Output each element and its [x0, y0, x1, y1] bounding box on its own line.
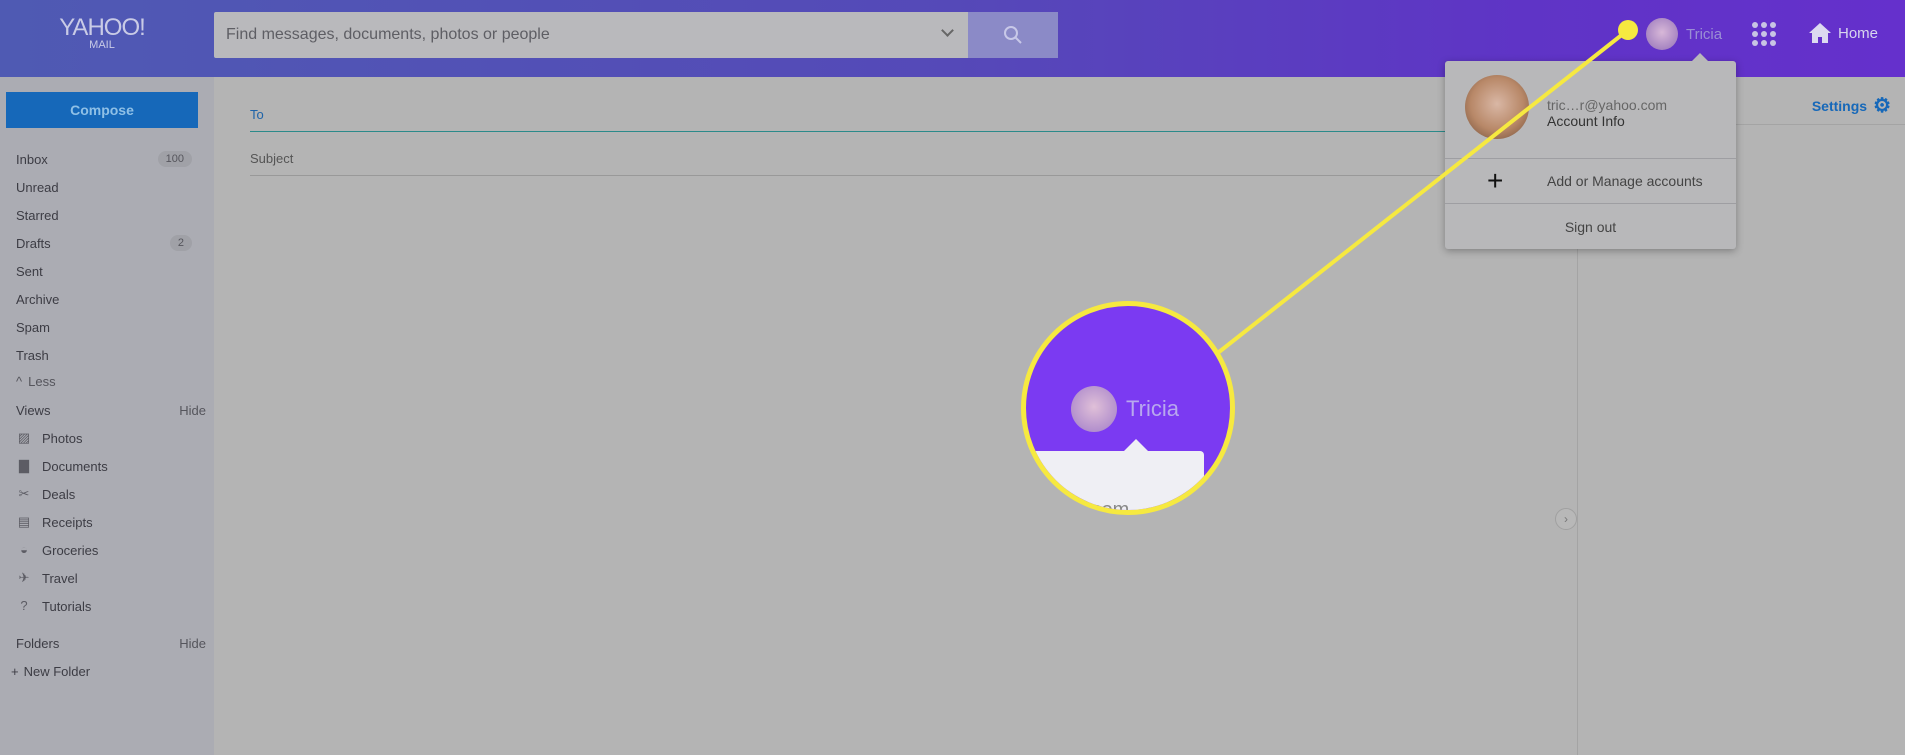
account-button[interactable]: Tricia [1646, 18, 1722, 50]
sidebar-item-documents[interactable]: ▇ Documents [16, 455, 192, 477]
sidebar-item-inbox[interactable]: Inbox 100 [16, 148, 192, 170]
sidebar-item-drafts[interactable]: Drafts 2 [16, 232, 192, 254]
chevron-down-icon[interactable] [941, 24, 954, 37]
avatar [1646, 18, 1678, 50]
sidebar-item-unread[interactable]: Unread [16, 176, 192, 198]
to-field[interactable]: To [250, 98, 1650, 132]
search-input[interactable] [214, 12, 894, 58]
plane-icon: ✈ [18, 570, 30, 585]
sidebar-item-tutorials[interactable]: ? Tutorials [16, 595, 192, 617]
sidebar-item-receipts[interactable]: ▤ Receipts [16, 511, 192, 533]
apps-grid-icon[interactable] [1752, 22, 1776, 46]
folders-header: Folders Hide [16, 635, 206, 651]
basket-icon: ◒ [20, 542, 28, 557]
plus-icon: + [1487, 165, 1504, 196]
photo-icon: ▨ [17, 430, 31, 445]
chevron-up-icon: ^ [16, 373, 23, 389]
sign-out-item[interactable]: Sign out [1445, 204, 1736, 249]
scissors-icon: ✂ [18, 486, 30, 501]
home-icon [1809, 23, 1831, 43]
sidebar-item-spam[interactable]: Spam [16, 316, 192, 338]
sidebar-item-trash[interactable]: Trash [16, 344, 192, 366]
yahoo-mail-logo[interactable]: YAHOO! MAIL [56, 14, 148, 51]
chevron-right-icon[interactable]: › [1555, 508, 1577, 530]
compose-button[interactable]: Compose [6, 92, 198, 128]
sidebar-item-starred[interactable]: Starred [16, 204, 192, 226]
views-header: Views Hide [16, 402, 206, 418]
new-folder-button[interactable]: + New Folder [11, 660, 187, 682]
gear-icon: ⚙ [1873, 95, 1891, 117]
sidebar-item-sent[interactable]: Sent [16, 260, 192, 282]
sidebar-item-photos[interactable]: ▨ Photos [16, 427, 192, 449]
add-manage-accounts-item[interactable]: + Add or Manage accounts [1445, 159, 1736, 204]
count-badge: 100 [157, 151, 192, 167]
search-box [214, 12, 968, 58]
count-badge: 2 [169, 235, 192, 251]
receipt-icon: ▤ [17, 514, 31, 529]
magnified-callout: Tricia .com [1021, 301, 1235, 515]
sidebar-item-archive[interactable]: Archive [16, 288, 192, 310]
avatar [1071, 386, 1117, 432]
sidebar: Compose Inbox 100 Unread Starred Drafts 2 Sent… [0, 77, 214, 755]
sidebar-item-groceries[interactable]: ◒ Groceries [16, 539, 192, 561]
subject-field[interactable]: Subject [250, 142, 1650, 176]
help-icon: ? [20, 598, 28, 613]
document-icon: ▇ [19, 458, 29, 473]
plus-icon: + [11, 663, 19, 679]
views-hide-button[interactable]: Hide [179, 403, 206, 418]
home-button[interactable]: Home [1808, 22, 1878, 44]
folders-hide-button[interactable]: Hide [179, 636, 206, 651]
account-info-item[interactable]: tric…r@yahoo.com Account Info [1445, 61, 1736, 159]
sidebar-item-travel[interactable]: ✈ Travel [16, 567, 192, 589]
account-menu: tric…r@yahoo.com Account Info + Add or Ma… [1445, 53, 1736, 249]
less-toggle[interactable]: ^ Less [16, 370, 192, 392]
avatar [1465, 75, 1529, 139]
settings-button[interactable]: Settings ⚙ [1812, 93, 1891, 118]
search-icon [1004, 26, 1022, 44]
sidebar-item-deals[interactable]: ✂ Deals [16, 483, 192, 505]
search-button[interactable] [968, 12, 1058, 58]
compose-area: To Subject [214, 77, 1650, 755]
